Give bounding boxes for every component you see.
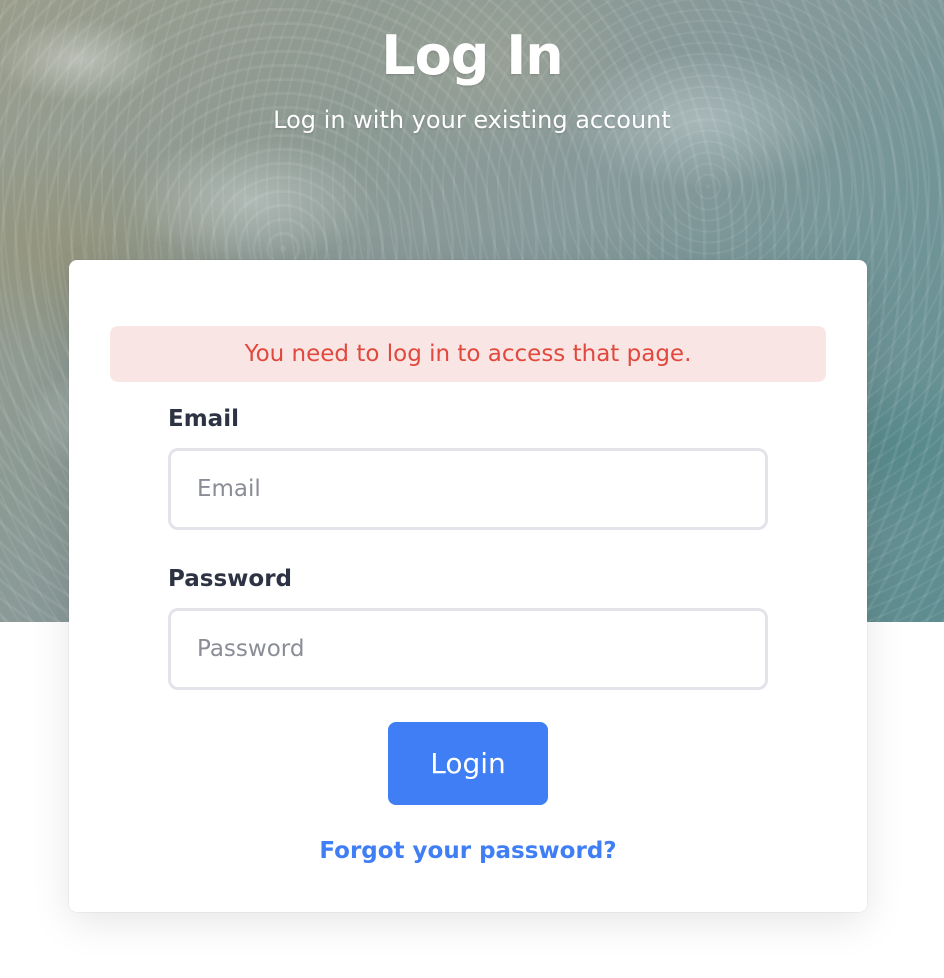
password-field[interactable] <box>168 608 768 690</box>
login-button[interactable]: Login <box>388 722 548 805</box>
page-subtitle: Log in with your existing account <box>273 106 671 134</box>
email-field[interactable] <box>168 448 768 530</box>
password-label: Password <box>168 566 292 592</box>
alert-message: You need to log in to access that page. <box>244 341 692 367</box>
email-label: Email <box>168 406 239 432</box>
forgot-password-link[interactable]: Forgot your password? <box>69 838 867 864</box>
login-required-alert: You need to log in to access that page. <box>110 326 826 382</box>
login-card: You need to log in to access that page. … <box>69 260 867 912</box>
page-title: Log In <box>381 24 564 87</box>
